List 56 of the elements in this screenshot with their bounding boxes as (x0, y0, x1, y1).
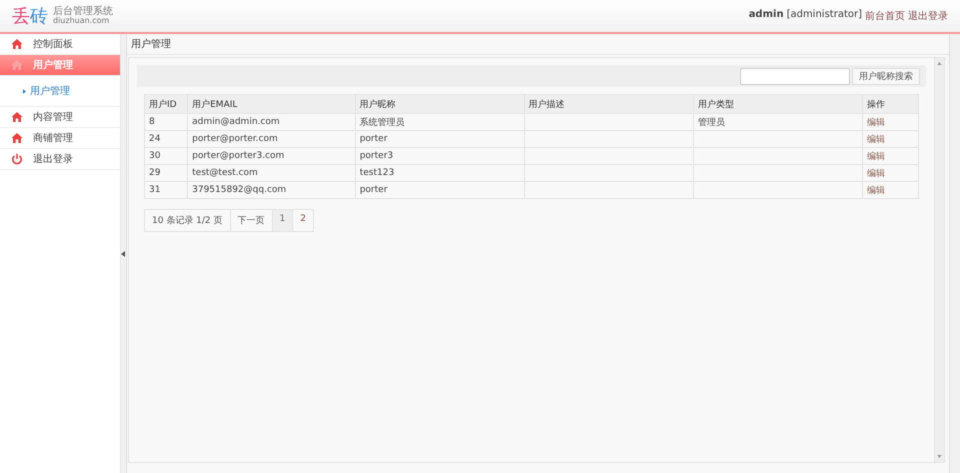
breadcrumb: 用户管理 (131, 38, 171, 51)
table-cell: porter (360, 134, 388, 144)
table-cell: 29 (149, 168, 160, 178)
sidebar-item[interactable]: 商铺管理 (0, 128, 120, 149)
edit-link[interactable]: 编辑 (866, 118, 885, 128)
table-cell: 379515892@qq.com (192, 185, 286, 195)
search-button[interactable]: 用户昵称搜索 (852, 68, 920, 84)
table-cell: porter@porter3.com (192, 151, 284, 161)
header-link[interactable]: 前台首页 (865, 9, 905, 23)
home-icon (11, 38, 23, 50)
column-header: 操作 (862, 94, 918, 114)
search-field[interactable] (740, 68, 850, 84)
sidebar-item[interactable]: 内容管理 (0, 107, 120, 128)
table-cell: 31 (149, 185, 160, 195)
sidebar-subitem[interactable]: 用户管理 (0, 84, 120, 98)
logo-domain: diuzhuan.com (53, 17, 110, 26)
table-cell: 系统管理员 (360, 118, 405, 128)
user-role: [administrator] (786, 9, 862, 22)
column-header: 用户昵称 (355, 94, 524, 114)
page-link[interactable]: 2 (293, 210, 313, 231)
table-cell: porter@porter.com (192, 134, 278, 144)
logo-char: 砖 (30, 5, 48, 28)
page-link[interactable]: 1 (272, 210, 294, 231)
home-icon (11, 132, 23, 144)
edit-link[interactable]: 编辑 (866, 152, 885, 162)
sidebar-item[interactable]: 退出登录 (0, 149, 120, 170)
edit-link[interactable]: 编辑 (866, 186, 885, 196)
power-icon (11, 153, 23, 165)
user-name: admin (748, 9, 784, 22)
table-cell: test@test.com (192, 168, 258, 178)
logo-subtitle: 后台管理系统 (53, 6, 113, 17)
column-header: 用户类型 (693, 94, 862, 114)
table-cell: porter3 (360, 151, 394, 161)
page-summary: 10 条记录 1/2 页 (145, 210, 231, 231)
edit-link[interactable]: 编辑 (866, 168, 885, 178)
page-scrollbar[interactable] (949, 34, 960, 473)
scroll-up-icon[interactable] (937, 62, 942, 65)
column-header: 用户描述 (524, 94, 694, 114)
home-icon (11, 111, 23, 123)
edit-link[interactable]: 编辑 (866, 134, 885, 144)
column-header: 用户ID (144, 94, 188, 114)
table-cell: 管理员 (698, 118, 725, 128)
home-icon (11, 59, 23, 71)
scroll-down-icon[interactable] (937, 455, 942, 458)
table-cell: 30 (149, 151, 160, 161)
table-cell: porter (360, 185, 388, 195)
logo-char: 丢 (12, 5, 30, 28)
table-cell: 8 (149, 117, 155, 127)
table-cell: admin@admin.com (192, 117, 280, 127)
table-cell: test123 (360, 168, 394, 178)
column-header: 用户EMAIL (188, 94, 356, 114)
header-link[interactable]: 退出登录 (908, 9, 948, 23)
collapse-arrow-icon[interactable] (121, 250, 125, 256)
scrollbar[interactable] (934, 58, 944, 462)
bullet-arrow-icon (23, 88, 26, 94)
table-cell: 24 (149, 134, 160, 144)
